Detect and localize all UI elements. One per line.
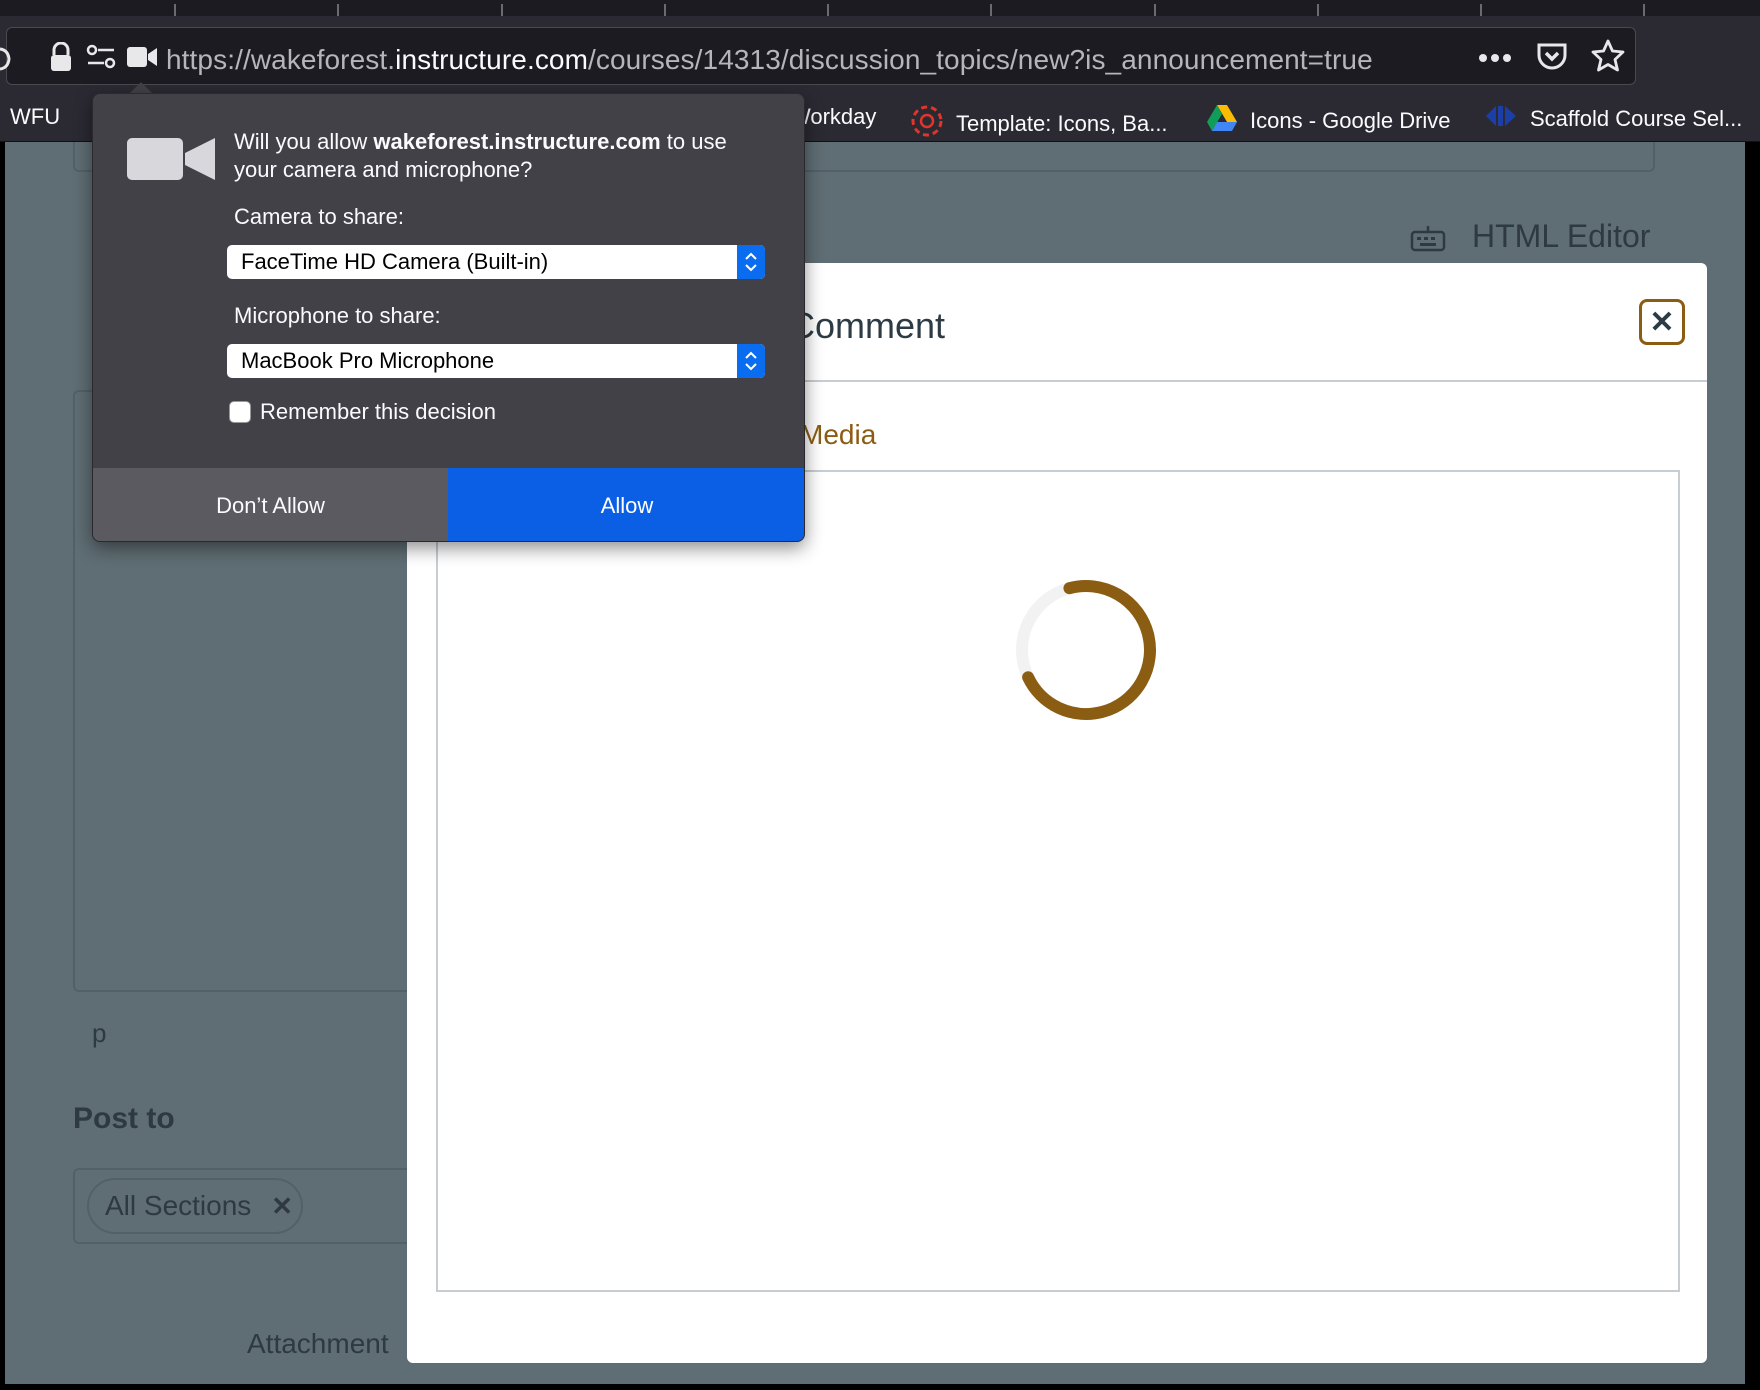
camera-select[interactable]: FaceTime HD Camera (Built-in) — [227, 245, 765, 279]
post-to-heading: Post to — [73, 1102, 175, 1135]
bookmark-star-icon[interactable] — [1589, 38, 1627, 74]
allow-button[interactable]: Allow — [448, 468, 804, 541]
camera-label: Camera to share: — [234, 204, 404, 229]
bookmark-template-icons[interactable]: Template: Icons, Ba... — [910, 104, 1168, 144]
lock-icon[interactable] — [47, 40, 75, 74]
select-stepper-icon[interactable] — [737, 245, 765, 279]
canvas-logo-icon — [910, 104, 944, 144]
screenshot-frame: https://wakeforest.instructure.com/cours… — [0, 0, 1760, 1390]
camera-permission-prompt: Will you allow wakeforest.instructure.co… — [92, 93, 805, 542]
editor-path-indicator: p — [92, 1018, 107, 1048]
url-text[interactable]: https://wakeforest.instructure.com/cours… — [166, 44, 1373, 76]
remember-decision[interactable]: Remember this decision — [229, 399, 496, 425]
remove-section-icon[interactable]: ✕ — [271, 1191, 293, 1222]
browser-toolbar: https://wakeforest.instructure.com/cours… — [0, 16, 1760, 92]
permissions-icon[interactable] — [85, 42, 117, 72]
microphone-select[interactable]: MacBook Pro Microphone — [227, 344, 765, 378]
html-editor-link[interactable]: HTML Editor — [1472, 218, 1650, 255]
remember-checkbox[interactable] — [229, 401, 251, 423]
select-stepper-icon[interactable] — [737, 344, 765, 378]
attachment-label: Attachment — [247, 1328, 389, 1359]
scaffold-logo-icon — [1484, 104, 1518, 134]
loading-spinner-icon — [1016, 580, 1156, 720]
bookmark-wfu[interactable]: WFU — [10, 104, 60, 130]
google-drive-icon — [1206, 104, 1238, 138]
camera-indicator-icon[interactable] — [126, 44, 158, 70]
more-actions-icon[interactable] — [1477, 48, 1513, 68]
camera-icon — [127, 136, 217, 187]
modal-title: Comment — [789, 305, 946, 346]
shield-icon[interactable] — [0, 44, 14, 74]
pocket-icon[interactable] — [1534, 40, 1570, 74]
close-icon[interactable]: ✕ — [1639, 299, 1685, 345]
permission-buttons: Don’t Allow Allow — [93, 468, 804, 541]
bookmark-google-drive[interactable]: Icons - Google Drive — [1206, 104, 1451, 138]
bookmark-scaffold-course[interactable]: Scaffold Course Sel... — [1484, 104, 1742, 134]
section-chip[interactable]: All Sections ✕ — [87, 1178, 303, 1234]
media-recorder-panel — [436, 470, 1680, 1292]
permission-message: Will you allow wakeforest.instructure.co… — [234, 129, 727, 182]
tab-media[interactable]: Media — [800, 419, 876, 451]
dont-allow-button[interactable]: Don’t Allow — [93, 468, 448, 541]
keyboard-icon[interactable] — [1410, 226, 1446, 257]
tab-strip — [0, 0, 1760, 16]
microphone-label: Microphone to share: — [234, 303, 441, 328]
